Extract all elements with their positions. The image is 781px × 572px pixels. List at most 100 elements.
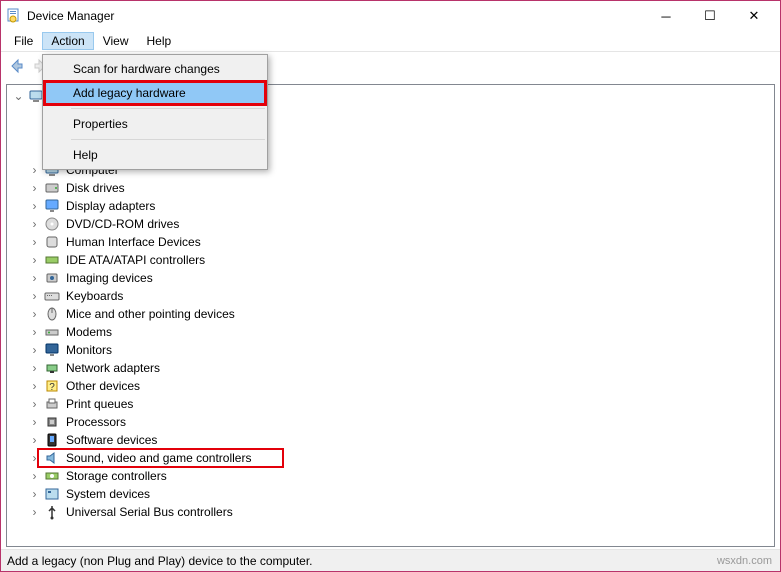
tree-item[interactable]: › Software devices	[7, 431, 774, 449]
menu-separator	[71, 108, 265, 109]
expand-icon[interactable]: ›	[29, 417, 40, 428]
title-bar: Device Manager ─ ☐ ✕	[1, 1, 780, 31]
tree-item[interactable]: › Universal Serial Bus controllers	[7, 503, 774, 521]
other-icon: ?	[44, 378, 60, 394]
dvd-icon	[44, 216, 60, 232]
tree-item[interactable]: › Sound, video and game controllers	[7, 449, 774, 467]
tree-item-label: Display adapters	[64, 199, 157, 213]
tree-item[interactable]: › DVD/CD-ROM drives	[7, 215, 774, 233]
menu-help[interactable]: Help	[138, 32, 181, 50]
expand-icon[interactable]: ›	[29, 507, 40, 518]
expand-icon[interactable]: ›	[29, 183, 40, 194]
disk-icon	[44, 180, 60, 196]
expand-icon[interactable]: ›	[29, 255, 40, 266]
tree-item[interactable]: › IDE ATA/ATAPI controllers	[7, 251, 774, 269]
expand-icon[interactable]: ›	[29, 363, 40, 374]
tree-item[interactable]: › Imaging devices	[7, 269, 774, 287]
tree-item-label: Other devices	[64, 379, 142, 393]
menu-action[interactable]: Action	[42, 32, 93, 50]
expand-icon[interactable]: ›	[29, 399, 40, 410]
expand-icon[interactable]: ›	[29, 345, 40, 356]
tree-item-label: System devices	[64, 487, 152, 501]
window-controls: ─ ☐ ✕	[644, 2, 776, 30]
tree-item[interactable]: › Human Interface Devices	[7, 233, 774, 251]
expand-icon[interactable]: ›	[29, 291, 40, 302]
tree-item-label: Sound, video and game controllers	[64, 451, 253, 465]
keyboard-icon	[44, 288, 60, 304]
storage-icon	[44, 468, 60, 484]
modem-icon	[44, 324, 60, 340]
menu-file[interactable]: File	[5, 32, 42, 50]
tree-item[interactable]: › Modems	[7, 323, 774, 341]
menu-bar: File Action View Help	[1, 31, 780, 51]
cpu-icon	[44, 414, 60, 430]
tree-item[interactable]: › Display adapters	[7, 197, 774, 215]
tree-item-label: Universal Serial Bus controllers	[64, 505, 235, 519]
monitor-icon	[44, 342, 60, 358]
tree-item-label: Keyboards	[64, 289, 125, 303]
expand-icon[interactable]: ›	[29, 309, 40, 320]
tree-item[interactable]: ›? Other devices	[7, 377, 774, 395]
tree-item[interactable]: › Processors	[7, 413, 774, 431]
tree-item-label: Monitors	[64, 343, 114, 357]
tree-item-label: Modems	[64, 325, 114, 339]
menu-view[interactable]: View	[94, 32, 138, 50]
expand-icon[interactable]: ›	[29, 201, 40, 212]
tree-item-label: Mice and other pointing devices	[64, 307, 237, 321]
back-button[interactable]	[5, 55, 27, 77]
display-icon	[44, 198, 60, 214]
expand-icon[interactable]: ›	[29, 219, 40, 230]
tree-item-label: Disk drives	[64, 181, 127, 195]
tree-item[interactable]: › Keyboards	[7, 287, 774, 305]
expand-icon[interactable]: ›	[29, 273, 40, 284]
status-text: Add a legacy (non Plug and Play) device …	[7, 554, 313, 568]
minimize-button[interactable]: ─	[644, 2, 688, 30]
status-bar: Add a legacy (non Plug and Play) device …	[1, 549, 780, 571]
system-icon	[44, 486, 60, 502]
tree-item-label: IDE ATA/ATAPI controllers	[64, 253, 207, 267]
tree-item-label: Software devices	[64, 433, 159, 447]
expand-icon[interactable]: ›	[29, 381, 40, 392]
svg-text:?: ?	[49, 382, 55, 393]
ide-icon	[44, 252, 60, 268]
expand-icon[interactable]: ⌄	[13, 91, 24, 102]
software-icon	[44, 432, 60, 448]
menu-add-legacy-hardware[interactable]: Add legacy hardware	[45, 81, 265, 105]
tree-item[interactable]: › Print queues	[7, 395, 774, 413]
tree-item[interactable]: › Storage controllers	[7, 467, 774, 485]
expand-icon[interactable]: ›	[29, 165, 40, 176]
menu-scan-hardware[interactable]: Scan for hardware changes	[45, 57, 265, 81]
menu-help[interactable]: Help	[45, 143, 265, 167]
hid-icon	[44, 234, 60, 250]
expand-icon[interactable]: ›	[29, 471, 40, 482]
tree-item[interactable]: › System devices	[7, 485, 774, 503]
menu-properties[interactable]: Properties	[45, 112, 265, 136]
print-icon	[44, 396, 60, 412]
tree-item-label: Storage controllers	[64, 469, 169, 483]
app-icon	[5, 8, 21, 24]
expand-icon[interactable]: ›	[29, 435, 40, 446]
tree-item-label: Imaging devices	[64, 271, 155, 285]
mouse-icon	[44, 306, 60, 322]
tree-item[interactable]: › Mice and other pointing devices	[7, 305, 774, 323]
close-button[interactable]: ✕	[732, 2, 776, 30]
window-title: Device Manager	[27, 9, 644, 23]
tree-item[interactable]: › Disk drives	[7, 179, 774, 197]
tree-item[interactable]: › Monitors	[7, 341, 774, 359]
watermark: wsxdn.com	[717, 555, 772, 567]
action-dropdown: Scan for hardware changes Add legacy har…	[42, 54, 268, 170]
expand-icon[interactable]: ›	[29, 237, 40, 248]
tree-item-label: Human Interface Devices	[64, 235, 203, 249]
maximize-button[interactable]: ☐	[688, 2, 732, 30]
tree-item-label: DVD/CD-ROM drives	[64, 217, 181, 231]
expand-icon[interactable]: ›	[29, 327, 40, 338]
expand-icon[interactable]: ›	[29, 489, 40, 500]
expand-icon[interactable]: ›	[29, 453, 40, 464]
menu-separator	[71, 139, 265, 140]
usb-icon	[44, 504, 60, 520]
network-icon	[44, 360, 60, 376]
imaging-icon	[44, 270, 60, 286]
tree-item-label: Print queues	[64, 397, 135, 411]
tree-item-label: Processors	[64, 415, 128, 429]
tree-item[interactable]: ›Network adapters	[7, 359, 774, 377]
